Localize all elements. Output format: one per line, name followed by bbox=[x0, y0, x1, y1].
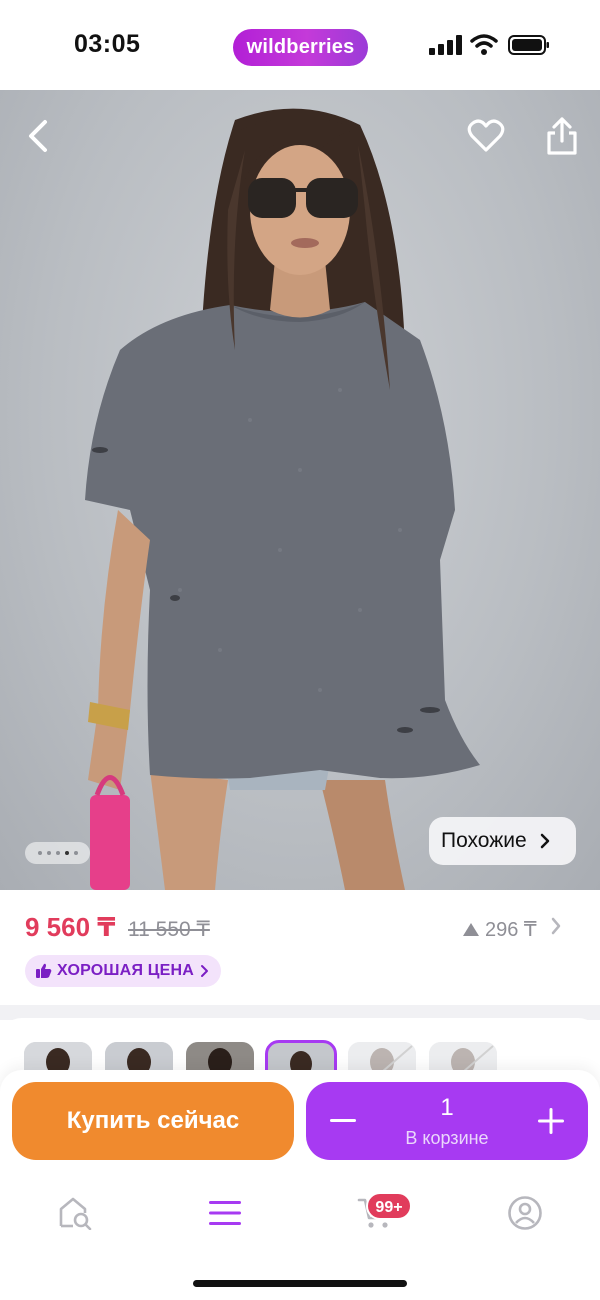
price-change[interactable]: 296 ₸ bbox=[462, 917, 537, 942]
tab-home[interactable] bbox=[50, 1188, 100, 1238]
cart-quantity-control: 1 В корзине bbox=[306, 1082, 588, 1160]
favorite-button[interactable] bbox=[462, 112, 510, 160]
status-bar: 03:05 wildberries bbox=[0, 0, 600, 90]
status-time: 03:05 bbox=[74, 30, 141, 58]
increase-quantity-button[interactable] bbox=[531, 1101, 571, 1141]
good-price-badge[interactable]: ХОРОШАЯ ЦЕНА bbox=[25, 955, 222, 987]
chevron-right-icon bbox=[201, 965, 209, 977]
price-section: 9 560 ₸ 11 550 ₸ 296 ₸ ХОРОШАЯ ЦЕНА bbox=[0, 890, 600, 1005]
bottom-action-bar: Купить сейчас 1 В корзине 99+ bbox=[0, 1070, 600, 1300]
similar-label: Похожие bbox=[441, 829, 527, 852]
share-icon bbox=[547, 117, 577, 155]
tab-bar: 99+ bbox=[0, 1180, 600, 1240]
pagination-dot bbox=[55, 851, 60, 855]
pagination-dot bbox=[73, 851, 78, 855]
profile-icon bbox=[508, 1196, 542, 1230]
tab-catalog[interactable] bbox=[200, 1188, 250, 1238]
buy-now-button[interactable]: Купить сейчас bbox=[12, 1082, 294, 1160]
menu-icon bbox=[209, 1201, 241, 1225]
heart-icon bbox=[467, 119, 505, 152]
pagination-dot-active bbox=[64, 851, 69, 855]
wifi-icon bbox=[470, 34, 498, 55]
product-photo bbox=[85, 108, 480, 890]
gallery-pagination bbox=[25, 842, 90, 864]
brand-logo: wildberries bbox=[233, 29, 368, 66]
home-indicator bbox=[193, 1280, 407, 1287]
triangle-up-icon bbox=[463, 923, 479, 936]
price-change-value: 296 ₸ bbox=[485, 919, 537, 941]
cellular-signal-icon bbox=[429, 35, 462, 55]
chevron-left-icon bbox=[29, 120, 47, 152]
home-search-icon bbox=[59, 1197, 92, 1230]
battery-icon bbox=[508, 35, 549, 55]
current-price: 9 560 ₸ bbox=[25, 912, 116, 942]
good-price-label: ХОРОШАЯ ЦЕНА bbox=[57, 962, 195, 979]
cart-count-badge: 99+ bbox=[366, 1192, 412, 1220]
back-button[interactable] bbox=[14, 112, 62, 160]
chevron-right-icon bbox=[540, 833, 549, 849]
tab-profile[interactable] bbox=[500, 1188, 550, 1238]
pagination-dot bbox=[37, 851, 42, 855]
thumbs-up-icon bbox=[36, 963, 52, 978]
plus-icon bbox=[538, 1108, 564, 1134]
old-price: 11 550 ₸ bbox=[128, 918, 210, 941]
pagination-dot bbox=[46, 851, 51, 855]
similar-products-button[interactable]: Похожие bbox=[429, 817, 576, 865]
product-gallery[interactable]: Похожие bbox=[0, 90, 600, 890]
chevron-right-icon[interactable] bbox=[550, 916, 562, 936]
share-button[interactable] bbox=[538, 112, 586, 160]
